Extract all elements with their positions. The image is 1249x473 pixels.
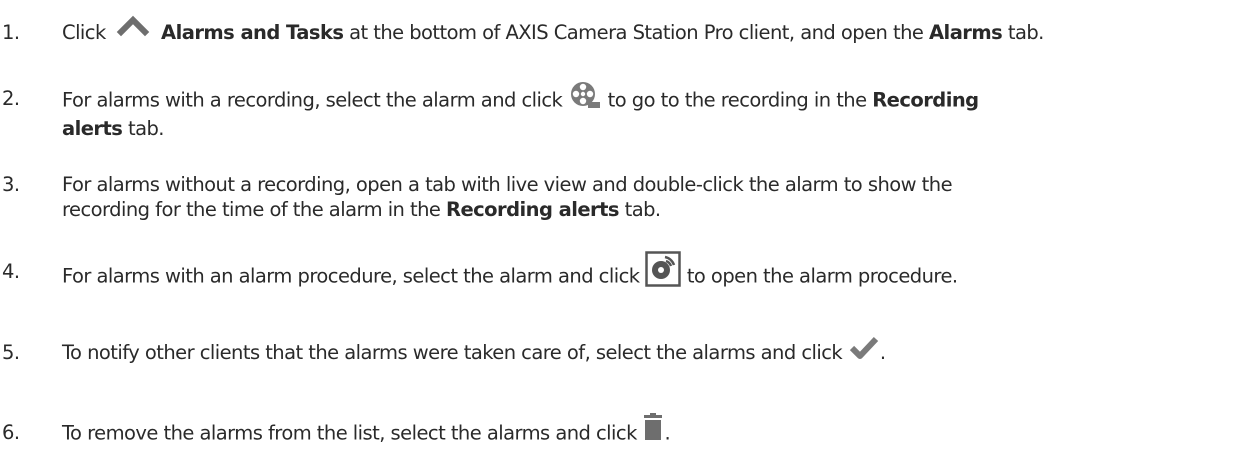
step-number: 4. (2, 260, 20, 283)
trash-icon (642, 413, 664, 441)
step-text-part: To notify other clients that the alarms … (62, 341, 843, 364)
step-text-part: For alarms without a recording, open a t… (62, 173, 953, 196)
step-text: Click Alarms and Tasks at the bottom of … (62, 15, 1247, 46)
step-text-part: tab. (127, 117, 165, 140)
step-text-part: to open the alarm procedure. (686, 264, 958, 288)
recording-alerts-label: Recording alerts (446, 198, 619, 221)
alarm-procedure-icon (645, 251, 681, 287)
step-text: For alarms without a recording, open a t… (62, 172, 1247, 222)
step-text: To remove the alarms from the list, sele… (62, 413, 1247, 448)
film-reel-icon (568, 80, 602, 110)
step-text-part: recording for the time of the alarm in t… (62, 198, 441, 221)
step-number: 6. (2, 421, 20, 444)
step-text-part: . (664, 421, 671, 445)
step-number: 5. (2, 341, 20, 364)
step-text-part: For alarms with an alarm procedure, sele… (62, 264, 640, 288)
step-number: 1. (2, 21, 20, 44)
step-text-part: Click (62, 21, 106, 44)
recording-alerts-label: Recording (872, 88, 979, 112)
recording-alerts-label: alerts (62, 117, 123, 140)
step-text-part: For alarms with a recording, select the … (62, 88, 563, 112)
step-text: For alarms with a recording, select the … (62, 82, 1247, 141)
step-text-part: tab. (624, 198, 662, 221)
chevron-up-icon (111, 14, 155, 39)
step-text-part: at the bottom of AXIS Camera Station Pro… (349, 21, 924, 44)
alarms-and-tasks-label: Alarms and Tasks (161, 21, 344, 44)
step-number: 2. (2, 87, 20, 110)
step-text-part: To remove the alarms from the list, sele… (62, 421, 637, 445)
step-text-part: tab. (1007, 21, 1045, 44)
step-text-part: . (879, 341, 886, 364)
alarms-tab-label: Alarms (929, 21, 1003, 44)
instruction-page: { "steps": [ { "number": "1.", "text_1":… (0, 0, 1249, 473)
step-number: 3. (2, 173, 20, 196)
step-text: To notify other clients that the alarms … (62, 336, 1247, 367)
step-text-part: to go to the recording in the (607, 88, 867, 112)
checkmark-icon (848, 335, 880, 361)
step-text: For alarms with an alarm procedure, sele… (62, 251, 1247, 295)
